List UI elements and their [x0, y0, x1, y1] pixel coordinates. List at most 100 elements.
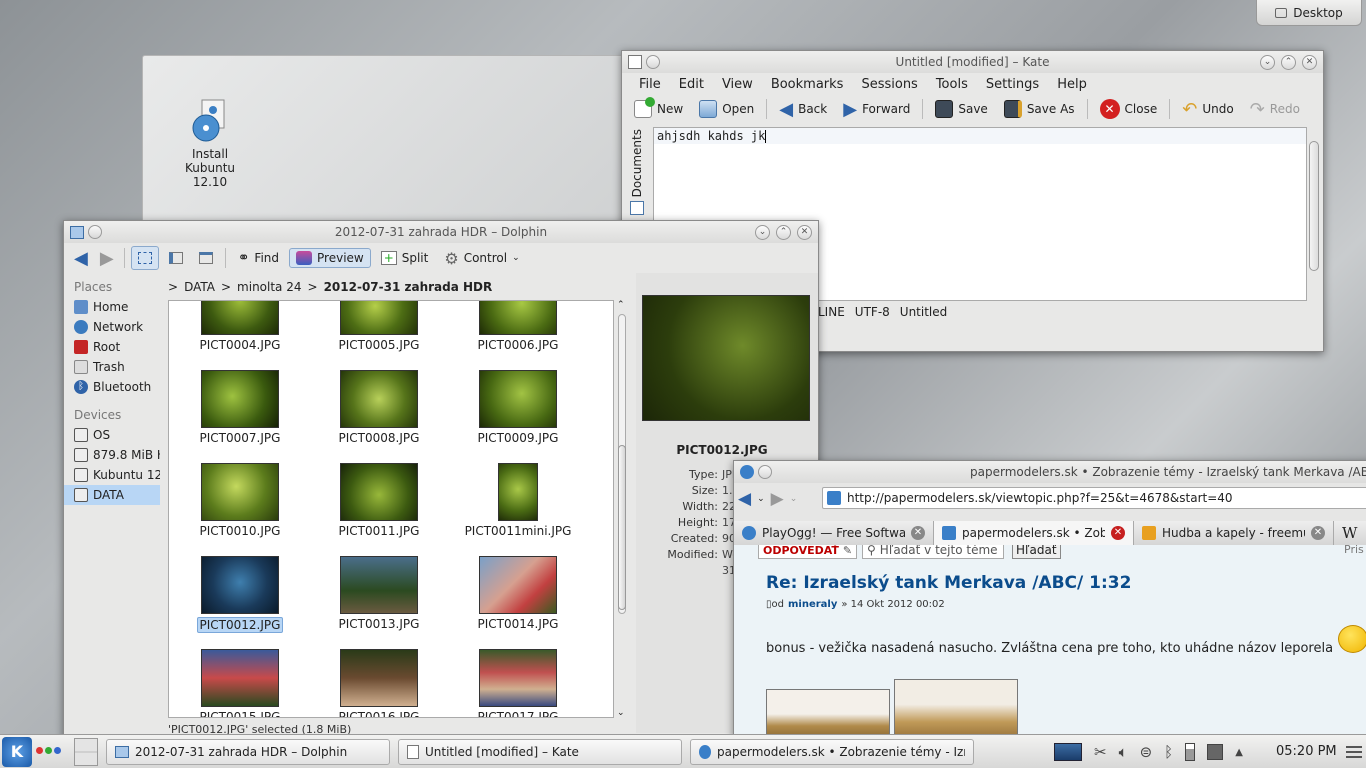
- device-kubuntu[interactable]: Kubuntu 12.: [64, 465, 160, 485]
- install-kubuntu-shortcut[interactable]: Install Kubuntu 12.10: [160, 98, 260, 189]
- browser-pin-button[interactable]: [758, 465, 772, 479]
- dolphin-pin-button[interactable]: [88, 225, 102, 239]
- editor-scrollbar[interactable]: [1308, 127, 1320, 301]
- reply-button[interactable]: ODPOVEDAŤ ✎: [758, 545, 858, 559]
- back-arrow-icon[interactable]: ◀: [738, 489, 751, 509]
- file-item[interactable]: PICT0010.JPG: [175, 463, 305, 538]
- post-title[interactable]: Re: Izraelský tank Merkava /ABC/ 1:32: [766, 573, 1131, 593]
- file-view[interactable]: PICT0004.JPG PICT0005.JPG PICT0006.JPG PICT…: [168, 300, 614, 718]
- tab-close-icon[interactable]: ✕: [1311, 526, 1325, 540]
- device-data[interactable]: DATA: [64, 485, 160, 505]
- activities-icon[interactable]: [36, 747, 61, 754]
- file-item[interactable]: PICT0007.JPG: [175, 370, 305, 445]
- browser-titlebar[interactable]: papermodelers.sk • Zobrazenie témy - Izr…: [734, 461, 1366, 483]
- menu-sessions[interactable]: Sessions: [852, 77, 926, 92]
- details-view-button[interactable]: [163, 246, 189, 270]
- kate-maximize-button[interactable]: ⌃: [1281, 55, 1296, 70]
- chevron-down-icon[interactable]: ⌄: [790, 494, 798, 504]
- display-icon[interactable]: [1054, 743, 1082, 761]
- file-item[interactable]: PICT0016.JPG: [314, 649, 444, 717]
- task-dolphin[interactable]: 2012-07-31 zahrada HDR – Dolphin: [106, 739, 390, 765]
- dolphin-maximize-button[interactable]: ⌃: [776, 225, 791, 240]
- menu-view[interactable]: View: [713, 77, 762, 92]
- status-encoding[interactable]: UTF-8: [855, 305, 890, 319]
- undo-button[interactable]: ↶ Undo: [1176, 97, 1239, 122]
- battery-icon[interactable]: [1185, 743, 1196, 761]
- file-item[interactable]: PICT0015.JPG: [175, 649, 305, 717]
- desktop-button[interactable]: Desktop: [1256, 0, 1362, 26]
- documents-sidebar-tab[interactable]: Documents: [626, 129, 648, 215]
- task-kate[interactable]: Untitled [modified] – Kate: [398, 739, 682, 765]
- forward-arrow-icon[interactable]: ▶: [96, 248, 118, 269]
- file-item[interactable]: PICT0004.JPG: [175, 301, 305, 352]
- file-item[interactable]: PICT0014.JPG: [453, 556, 583, 631]
- tab-close-icon[interactable]: ✕: [1111, 526, 1125, 540]
- new-button[interactable]: New: [628, 97, 689, 120]
- breadcrumb-item[interactable]: DATA: [184, 280, 215, 294]
- tab-playogg[interactable]: PlayOgg! — Free Softwar...✕: [734, 521, 934, 545]
- volume-icon[interactable]: 🔈︎: [1119, 743, 1128, 761]
- network-icon[interactable]: ⊜: [1140, 743, 1153, 761]
- device-notifier-icon[interactable]: [1207, 744, 1224, 760]
- control-button[interactable]: ⚙ Control ⌄: [438, 247, 525, 270]
- close-document-button[interactable]: ✕ Close: [1094, 97, 1164, 121]
- back-arrow-icon[interactable]: ◀: [70, 248, 92, 269]
- breadcrumb-item[interactable]: minolta 24: [237, 280, 301, 294]
- file-item[interactable]: PICT0011.JPG: [314, 463, 444, 538]
- file-item[interactable]: PICT0012.JPG: [175, 556, 305, 633]
- kde-menu-button[interactable]: K: [2, 737, 32, 767]
- bluetooth-icon[interactable]: ᛒ: [1164, 743, 1173, 761]
- pager[interactable]: [74, 738, 98, 766]
- split-button[interactable]: + Split: [375, 249, 435, 267]
- url-bar[interactable]: http://papermodelers.sk/viewtopic.php?f=…: [822, 487, 1366, 509]
- forward-arrow-icon[interactable]: ▶: [771, 489, 784, 509]
- file-item[interactable]: PICT0017.JPG: [453, 649, 583, 717]
- file-item[interactable]: PICT0005.JPG: [314, 301, 444, 352]
- menu-bookmarks[interactable]: Bookmarks: [762, 77, 853, 92]
- menu-settings[interactable]: Settings: [977, 77, 1048, 92]
- task-browser[interactable]: papermodelers.sk • Zobrazenie témy - Izr…: [690, 739, 974, 765]
- topic-search-input[interactable]: ⚲ Hľadať v tejto téme: [862, 545, 1004, 559]
- dolphin-close-button[interactable]: ✕: [797, 225, 812, 240]
- menu-file[interactable]: File: [630, 77, 670, 92]
- save-as-button[interactable]: Save As: [998, 98, 1081, 120]
- clipboard-scissors-icon[interactable]: ✂: [1094, 743, 1107, 761]
- icons-view-button[interactable]: [130, 246, 159, 270]
- menu-edit[interactable]: Edit: [670, 77, 713, 92]
- file-item[interactable]: PICT0009.JPG: [453, 370, 583, 445]
- device-879mib[interactable]: 879.8 MiB H: [64, 445, 160, 465]
- tab-close-icon[interactable]: ✕: [911, 526, 925, 540]
- back-button[interactable]: ◀ Back: [773, 97, 833, 122]
- place-bluetooth[interactable]: ᛒ Bluetooth: [64, 377, 160, 397]
- kate-titlebar[interactable]: Untitled [modified] – Kate ⌄ ⌃ ✕: [622, 51, 1323, 73]
- file-item[interactable]: PICT0013.JPG: [314, 556, 444, 631]
- post-author[interactable]: mineraly: [788, 599, 837, 610]
- place-network[interactable]: Network: [64, 317, 160, 337]
- kate-pin-button[interactable]: [646, 55, 660, 69]
- clock[interactable]: 05:20 PM: [1276, 744, 1337, 759]
- dolphin-minimize-button[interactable]: ⌄: [755, 225, 770, 240]
- forward-button[interactable]: ▶ Forward: [837, 97, 916, 122]
- file-item[interactable]: PICT0011mini.JPG: [453, 463, 583, 538]
- save-button[interactable]: Save: [929, 98, 993, 120]
- file-item[interactable]: PICT0006.JPG: [453, 301, 583, 352]
- file-item[interactable]: PICT0008.JPG: [314, 370, 444, 445]
- chevron-down-icon[interactable]: ⌄: [757, 494, 765, 504]
- columns-view-button[interactable]: [193, 246, 219, 270]
- tab-hudba[interactable]: Hudba a kapely - freemu...✕: [1134, 521, 1334, 545]
- open-button[interactable]: Open: [693, 98, 760, 120]
- panel-toolbox-icon[interactable]: [1346, 743, 1362, 761]
- tray-expand-icon[interactable]: ▲: [1235, 747, 1243, 758]
- place-home[interactable]: Home: [64, 297, 160, 317]
- kate-close-button[interactable]: ✕: [1302, 55, 1317, 70]
- tab-wikipedia[interactable]: W: [1334, 521, 1366, 545]
- topic-search-button[interactable]: Hľadať: [1012, 545, 1061, 559]
- breadcrumb-current[interactable]: 2012-07-31 zahrada HDR: [324, 280, 493, 294]
- menu-tools[interactable]: Tools: [927, 77, 977, 92]
- find-button[interactable]: ⚭ Find: [232, 248, 285, 268]
- preview-button[interactable]: Preview: [289, 248, 371, 268]
- place-trash[interactable]: Trash: [64, 357, 160, 377]
- device-os[interactable]: OS: [64, 425, 160, 445]
- status-line-mode[interactable]: LINE: [818, 305, 845, 319]
- kate-minimize-button[interactable]: ⌄: [1260, 55, 1275, 70]
